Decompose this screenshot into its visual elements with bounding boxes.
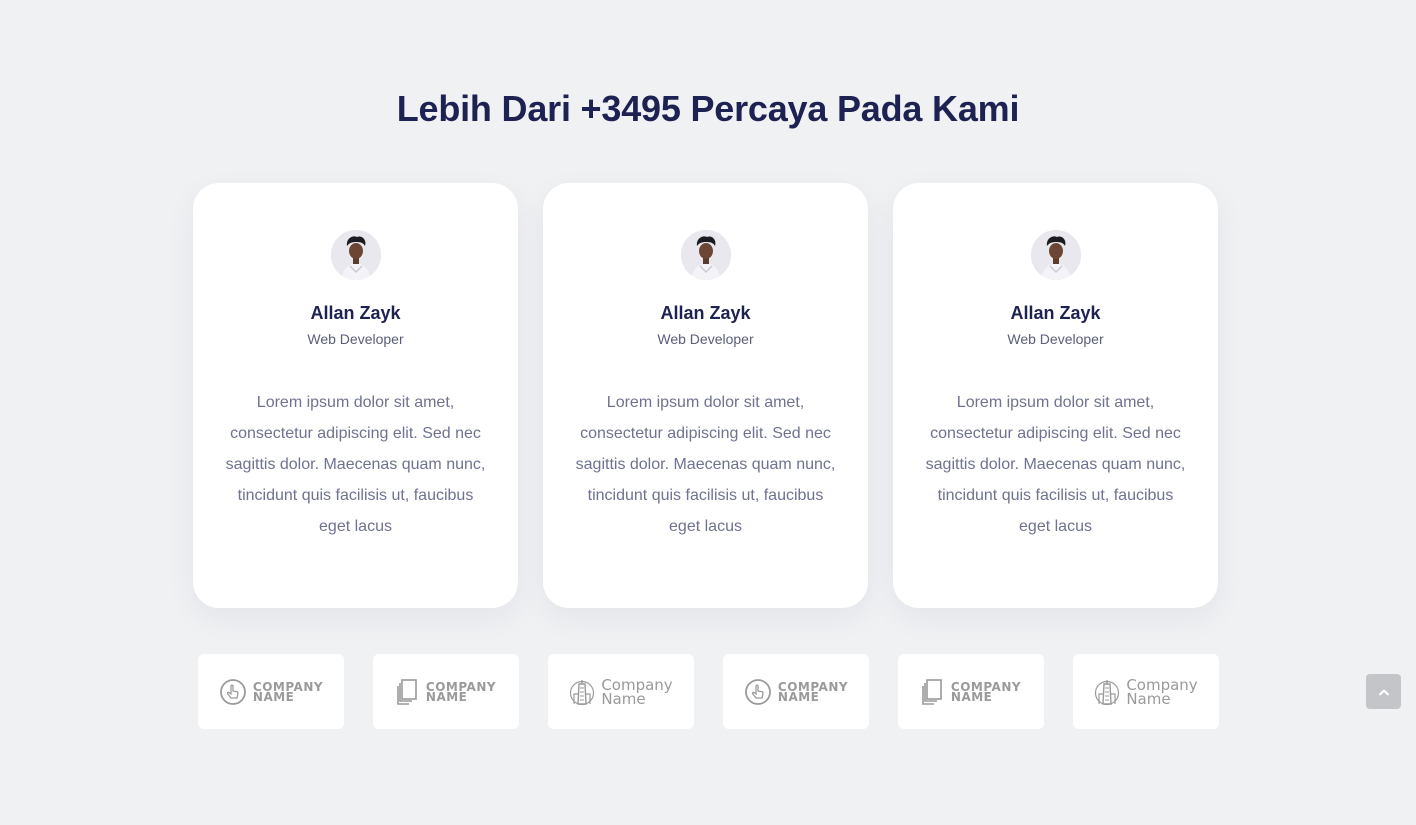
testimonial-cards: Allan Zayk Web Developer Lorem ipsum dol… <box>193 183 1218 608</box>
section-title: Lebih Dari +3495 Percaya Pada Kami <box>396 88 1020 129</box>
building-icon <box>1095 679 1120 705</box>
testimonial-text: Lorem ipsum dolor sit amet, consectetur … <box>225 394 486 535</box>
company-logos: COMPANY NAME COMPANY NAME Company Name C… <box>198 654 1219 729</box>
company-logo[interactable]: Company Name <box>1073 654 1219 729</box>
avatar <box>680 230 731 280</box>
testimonial-role: Web Developer <box>657 331 754 347</box>
company-logo[interactable]: COMPANY NAME <box>898 654 1044 729</box>
avatar <box>1030 230 1081 280</box>
testimonial-text: Lorem ipsum dolor sit amet, consectetur … <box>575 394 836 535</box>
testimonial-name: Allan Zayk <box>310 303 401 323</box>
testimonial-role: Web Developer <box>307 331 404 347</box>
logo-line-2: Name <box>601 689 646 708</box>
company-logo[interactable]: COMPANY NAME <box>198 654 344 729</box>
building-icon <box>570 679 595 705</box>
pointer-hand-icon <box>745 678 771 705</box>
company-logo[interactable]: COMPANY NAME <box>723 654 869 729</box>
company-logo[interactable]: COMPANY NAME <box>373 654 519 729</box>
documents-icon <box>397 678 417 705</box>
testimonial-card: Allan Zayk Web Developer Lorem ipsum dol… <box>543 183 868 608</box>
testimonial-text: Lorem ipsum dolor sit amet, consectetur … <box>925 394 1186 535</box>
avatar <box>330 230 381 280</box>
testimonial-card: Allan Zayk Web Developer Lorem ipsum dol… <box>193 183 518 608</box>
testimonial-card: Allan Zayk Web Developer Lorem ipsum dol… <box>893 183 1218 608</box>
company-logo[interactable]: Company Name <box>548 654 694 729</box>
scroll-to-top-button[interactable] <box>1366 674 1401 709</box>
testimonial-role: Web Developer <box>1007 331 1104 347</box>
pointer-hand-icon <box>220 678 246 705</box>
testimonial-name: Allan Zayk <box>660 303 751 323</box>
documents-icon <box>922 678 942 705</box>
logo-line-2: Name <box>1126 689 1171 708</box>
chevron-up-icon <box>1378 689 1389 695</box>
testimonial-name: Allan Zayk <box>1010 303 1101 323</box>
